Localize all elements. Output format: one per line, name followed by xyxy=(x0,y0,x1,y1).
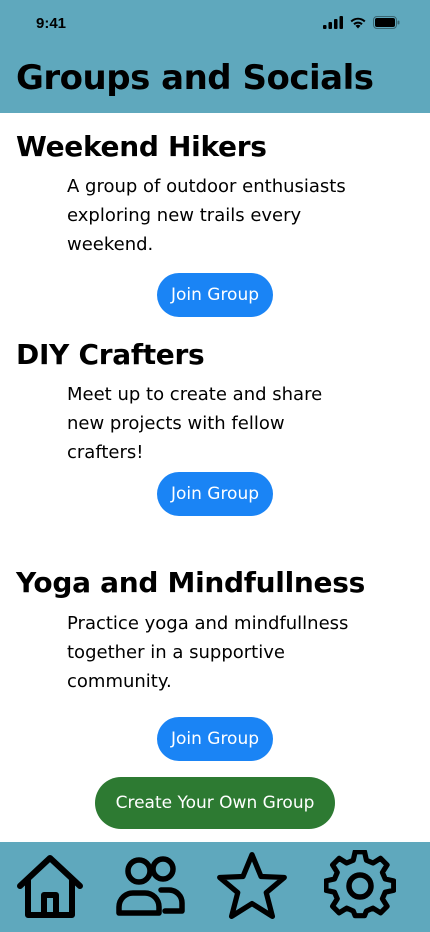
wifi-icon xyxy=(350,17,366,29)
tab-settings[interactable] xyxy=(322,848,398,924)
create-group-button[interactable]: Create Your Own Group xyxy=(95,777,335,829)
join-group-button-weekend-hikers[interactable]: Join Group xyxy=(157,273,273,317)
group-description-weekend-hikers: A group of outdoor enthusiasts exploring… xyxy=(67,176,346,255)
header-bar: 9:41 Groups and Socials xyxy=(0,0,430,113)
home-icon xyxy=(17,855,83,918)
favorites-star-icon xyxy=(217,852,287,920)
battery-icon xyxy=(373,16,400,29)
groups-icon xyxy=(116,856,185,916)
status-icons xyxy=(323,16,400,29)
tab-groups[interactable] xyxy=(112,848,188,924)
page-title: Groups and Socials xyxy=(16,58,374,98)
join-group-button-diy-crafters[interactable]: Join Group xyxy=(157,472,273,516)
group-description-diy-crafters: Meet up to create and share new projects… xyxy=(67,384,323,463)
group-title-weekend-hikers: Weekend Hikers xyxy=(16,130,267,163)
signal-icon xyxy=(323,16,343,29)
group-title-diy-crafters: DIY Crafters xyxy=(16,338,205,371)
status-time: 9:41 xyxy=(36,15,67,32)
tab-home[interactable] xyxy=(12,848,88,924)
join-group-button-yoga-mindfullness[interactable]: Join Group xyxy=(157,717,273,761)
group-title-yoga-mindfullness: Yoga and Mindfullness xyxy=(16,566,365,599)
group-description-yoga-mindfullness: Practice yoga and mindfullness together … xyxy=(67,613,349,692)
tab-favorites[interactable] xyxy=(214,848,290,924)
settings-gear-icon xyxy=(324,850,396,919)
bottom-tab-bar xyxy=(0,842,430,932)
